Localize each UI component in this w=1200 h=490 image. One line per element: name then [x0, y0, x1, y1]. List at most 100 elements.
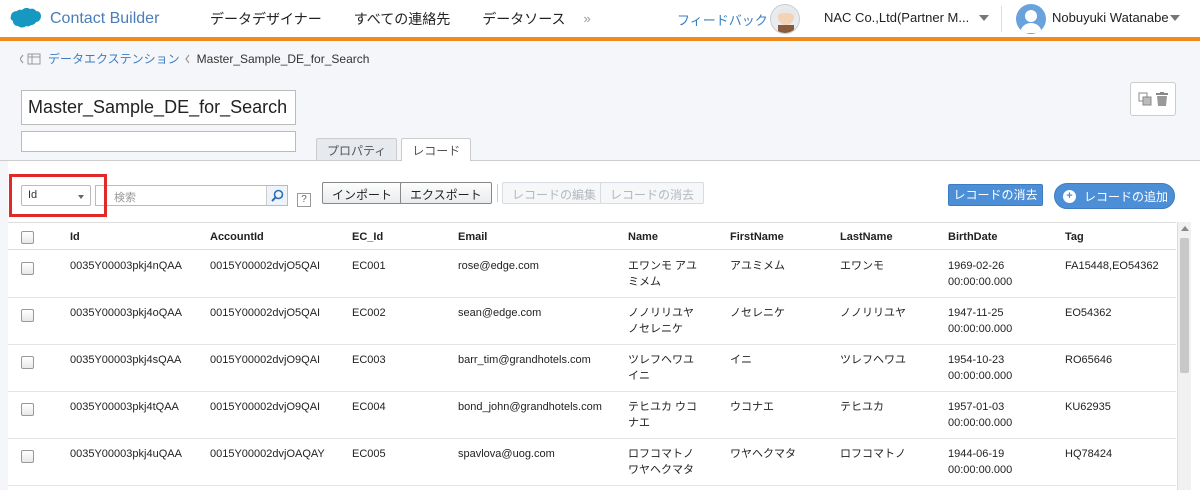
row-checkbox[interactable]: [21, 450, 34, 463]
user-avatar[interactable]: [1016, 4, 1046, 34]
search-icon: [270, 189, 283, 202]
breadcrumb-link[interactable]: データエクステンション: [48, 50, 180, 67]
table-row[interactable]: 0035Y00003pkj4sQAA 0015Y00002dvjO9QAI EC…: [8, 345, 1176, 392]
column-header-email[interactable]: Email: [458, 231, 487, 243]
cell-tag: KU62935: [1065, 401, 1111, 413]
delete-records-button[interactable]: レコードの消去: [948, 184, 1043, 206]
tab-properties[interactable]: プロパティ: [316, 138, 398, 160]
cell-name: エワンモ アユ: [628, 260, 698, 272]
nav-all-contacts[interactable]: すべての連絡先: [354, 9, 450, 29]
highlight-annotation: [9, 174, 107, 217]
breadcrumb: データエクステンション Master_Sample_DE_for_Search: [20, 50, 369, 67]
cell-name-cont: イニ: [628, 370, 650, 382]
table-row[interactable]: 0035Y00003pkj4oQAA 0015Y00002dvjO5QAI EC…: [8, 298, 1176, 345]
column-header-ec-id[interactable]: EC_Id: [352, 231, 383, 243]
action-icon-group: [1130, 82, 1176, 116]
cell-tag: HQ78424: [1065, 448, 1113, 460]
main-nav: データデザイナー すべての連絡先 データソース »: [210, 9, 591, 29]
salesforce-cloud-icon: [10, 7, 41, 27]
row-checkbox[interactable]: [21, 356, 34, 369]
table-row[interactable]: 0035Y00003pkj4tQAA 0015Y00002dvjO9QAI EC…: [8, 392, 1176, 439]
column-header-tag[interactable]: Tag: [1065, 231, 1084, 243]
search-input-placeholder: 検索: [114, 192, 136, 204]
cell-ec-id: EC004: [352, 401, 386, 413]
cell-name: ノノリリユヤ: [628, 307, 694, 319]
cell-birthdate-time: 00:00:00.000: [948, 370, 1013, 382]
column-header-id[interactable]: Id: [70, 231, 80, 243]
help-icon[interactable]: ?: [297, 193, 311, 207]
cell-lastname: ロフコマトノ: [840, 448, 906, 460]
column-header-birthdate[interactable]: BirthDate: [948, 231, 998, 243]
tab-records[interactable]: レコード: [401, 138, 472, 161]
cell-firstname: ウコナエ: [730, 401, 774, 413]
cell-birthdate: 1954-10-23: [948, 354, 1005, 366]
app-logo[interactable]: Contact Builder: [8, 7, 198, 31]
select-all-checkbox[interactable]: [21, 231, 34, 244]
search-button[interactable]: [266, 186, 287, 205]
row-checkbox[interactable]: [21, 262, 34, 275]
cell-id: 0035Y00003pkj4tQAA: [70, 401, 179, 413]
cell-accountid: 0015Y00002dvjO5QAI: [210, 260, 321, 272]
cell-birthdate: 1957-01-03: [948, 401, 1005, 413]
user-name[interactable]: Nobuyuki Watanabe: [1052, 10, 1169, 25]
cell-firstname: アユミメム: [730, 260, 785, 272]
einstein-avatar[interactable]: [770, 4, 800, 34]
nav-more-icon[interactable]: »: [584, 11, 591, 26]
cell-lastname: ツレフヘワユ: [840, 354, 906, 366]
chevron-down-icon[interactable]: [1170, 15, 1180, 21]
table-row[interactable]: 0035Y00003pkj4nQAA 0015Y00002dvjO5QAI EC…: [8, 251, 1176, 298]
plus-icon: +: [1063, 189, 1076, 203]
cell-email: barr_tim@grandhotels.com: [458, 354, 591, 366]
search-input[interactable]: 検索: [95, 185, 288, 206]
chevron-down-icon[interactable]: [979, 15, 989, 21]
breadcrumb-current: Master_Sample_DE_for_Search: [196, 51, 370, 66]
delete-record-button-disabled[interactable]: レコードの消去: [600, 182, 705, 204]
cell-accountid: 0015Y00002dvjOAQAY: [210, 448, 325, 460]
table-row[interactable]: 0035Y00003pkj4uQAA 0015Y00002dvjOAQAY EC…: [8, 439, 1176, 486]
data-extension-name-field[interactable]: Master_Sample_DE_for_Search: [21, 90, 296, 125]
cell-ec-id: EC005: [352, 448, 386, 460]
app-name: Contact Builder: [50, 9, 160, 27]
row-checkbox[interactable]: [21, 403, 34, 416]
cell-tag: EO54362: [1065, 307, 1112, 319]
cell-birthdate-time: 00:00:00.000: [948, 464, 1013, 476]
cell-lastname: ノノリリユヤ: [840, 307, 906, 319]
cell-name: テヒユカ ウコ: [628, 401, 698, 413]
import-button[interactable]: インポート: [322, 182, 403, 204]
cell-lastname: テヒユカ: [840, 401, 884, 413]
cell-id: 0035Y00003pkj4oQAA: [70, 307, 182, 319]
table-scrollbar[interactable]: [1177, 222, 1191, 490]
cell-id: 0035Y00003pkj4nQAA: [70, 260, 182, 272]
column-header-name[interactable]: Name: [628, 231, 658, 243]
cell-ec-id: EC001: [352, 260, 386, 272]
nav-data-sources[interactable]: データソース: [482, 9, 565, 29]
cell-firstname: ワヤヘクマタ: [730, 448, 796, 460]
org-selector[interactable]: NAC Co.,Ltd(Partner M...: [824, 10, 969, 25]
table-header: Id AccountId EC_Id Email Name FirstName …: [8, 222, 1176, 250]
scrollbar-thumb[interactable]: [1180, 238, 1189, 373]
description-field[interactable]: [21, 131, 296, 152]
row-checkbox[interactable]: [21, 309, 34, 322]
add-record-button[interactable]: + レコードの追加: [1054, 183, 1175, 209]
add-record-label: レコードの追加: [1084, 189, 1169, 204]
column-header-firstname[interactable]: FirstName: [730, 231, 784, 243]
edit-record-button[interactable]: レコードの編集: [502, 182, 607, 204]
cell-name-cont: ナエ: [628, 417, 650, 429]
trash-icon[interactable]: [1156, 92, 1168, 106]
cell-email: rose@edge.com: [458, 260, 539, 272]
cell-id: 0035Y00003pkj4uQAA: [70, 448, 182, 460]
nav-data-designer[interactable]: データデザイナー: [210, 9, 322, 29]
copy-icon[interactable]: [1138, 92, 1152, 106]
feedback-link[interactable]: フィードバック: [677, 10, 768, 29]
export-button[interactable]: エクスポート: [400, 182, 492, 204]
column-header-accountid[interactable]: AccountId: [210, 231, 264, 243]
cell-birthdate-time: 00:00:00.000: [948, 323, 1013, 335]
cell-name-cont: ミメム: [628, 276, 661, 288]
toolbar-divider: [497, 184, 498, 202]
scroll-up-icon[interactable]: [1181, 226, 1189, 231]
cell-accountid: 0015Y00002dvjO5QAI: [210, 307, 321, 319]
cell-name-cont: ノセレニケ: [628, 323, 683, 335]
cell-name-cont: ワヤヘクマタ: [628, 464, 694, 476]
column-header-lastname[interactable]: LastName: [840, 231, 893, 243]
cell-firstname: ノセレニケ: [730, 307, 785, 319]
